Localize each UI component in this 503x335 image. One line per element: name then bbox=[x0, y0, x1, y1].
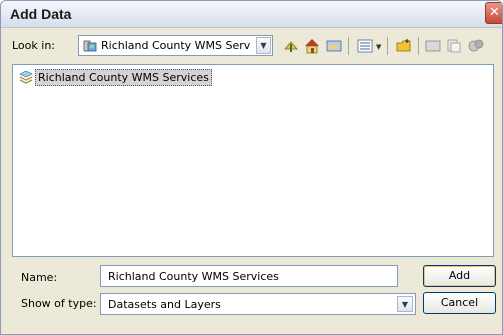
file-list[interactable]: Richland County WMS Services bbox=[12, 64, 494, 257]
title-bar[interactable]: Add Data ✕ bbox=[1, 1, 502, 28]
toolbar-separator bbox=[348, 37, 349, 55]
add-button[interactable]: Add bbox=[423, 265, 496, 287]
home-icon[interactable] bbox=[303, 37, 321, 55]
copy-icon[interactable] bbox=[445, 37, 463, 55]
delete-icon[interactable] bbox=[467, 37, 485, 55]
chevron-down-icon[interactable]: ▼ bbox=[256, 37, 271, 54]
look-in-dropdown[interactable]: Richland County WMS Services ▼ bbox=[78, 35, 273, 56]
view-options-icon[interactable] bbox=[356, 37, 374, 55]
add-data-dialog: Add Data ✕ Look in: Richland County WMS … bbox=[0, 0, 503, 335]
look-in-value: Richland County WMS Services bbox=[101, 39, 251, 52]
catalog-icon[interactable] bbox=[424, 37, 442, 55]
show-of-type-label: Show of type: bbox=[21, 297, 97, 310]
cancel-button[interactable]: Cancel bbox=[423, 292, 496, 314]
dialog-title: Add Data bbox=[10, 6, 72, 22]
close-icon[interactable]: ✕ bbox=[485, 2, 502, 24]
chevron-down-icon[interactable]: ▼ bbox=[397, 296, 413, 312]
toolbar-separator bbox=[387, 37, 388, 55]
name-label: Name: bbox=[21, 271, 58, 284]
new-folder-icon[interactable] bbox=[395, 37, 413, 55]
toolbar-separator bbox=[418, 37, 419, 55]
map-server-icon bbox=[83, 39, 97, 56]
view-options-dropdown-icon[interactable]: ▼ bbox=[376, 43, 381, 51]
connect-folder-icon[interactable] bbox=[325, 37, 343, 55]
look-in-label: Look in: bbox=[12, 39, 55, 52]
wms-service-icon bbox=[19, 70, 33, 87]
list-item-label: Richland County WMS Services bbox=[35, 69, 212, 86]
show-of-type-value: Datasets and Layers bbox=[108, 298, 221, 311]
show-of-type-dropdown[interactable]: Datasets and Layers ▼ bbox=[100, 293, 416, 315]
name-input[interactable]: Richland County WMS Services bbox=[100, 265, 398, 287]
up-one-level-icon[interactable] bbox=[282, 37, 300, 55]
